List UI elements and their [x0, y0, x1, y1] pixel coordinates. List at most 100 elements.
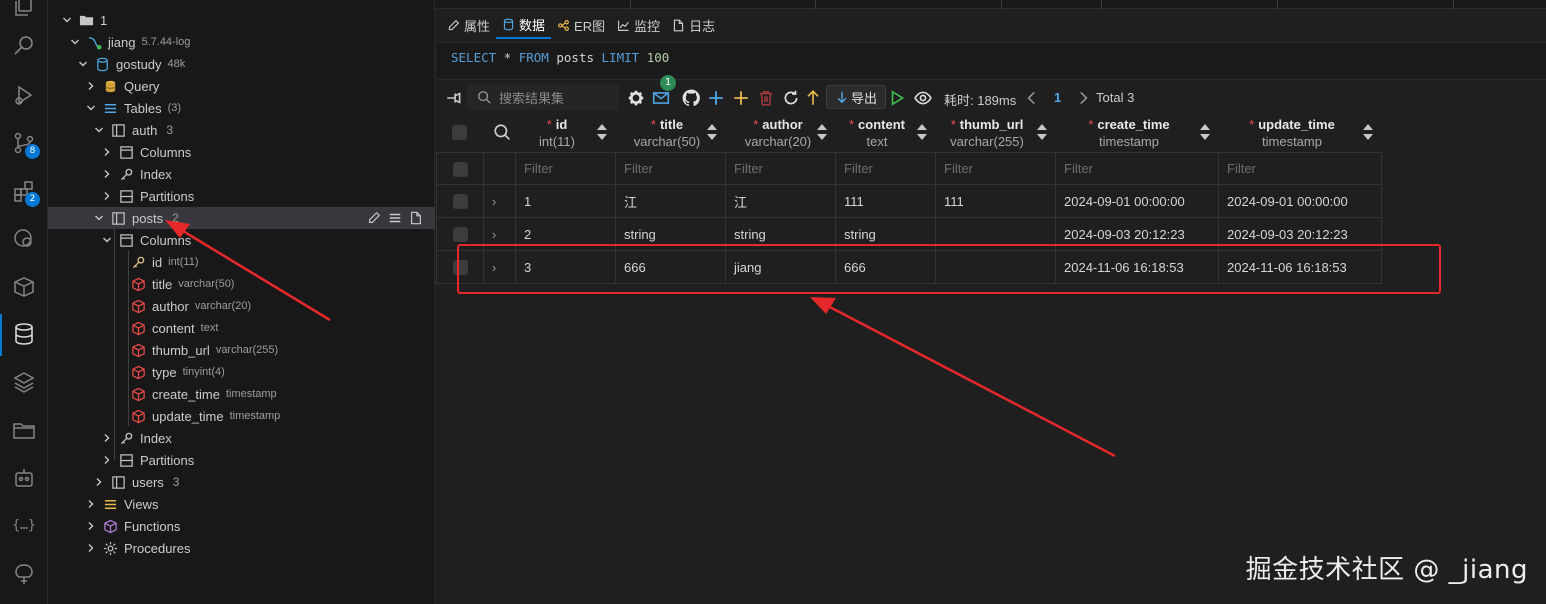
tab-properties[interactable]: 属性	[441, 11, 496, 39]
column-header-content[interactable]: * content text	[837, 114, 917, 152]
column-header-author[interactable]: * author varchar(20)	[728, 114, 828, 152]
filter-id[interactable]: Filter	[516, 152, 616, 185]
tree-column-title[interactable]: title varchar(50)	[48, 273, 435, 295]
tree-connection-group[interactable]: 1	[48, 9, 435, 31]
search-icon[interactable]	[12, 33, 36, 57]
settings-gear-icon[interactable]	[625, 87, 647, 109]
tab-er[interactable]: ER图	[551, 11, 611, 39]
new-file-icon[interactable]	[408, 210, 423, 225]
chevron-down-icon[interactable]	[60, 9, 74, 31]
table-cell[interactable]: 1	[516, 185, 616, 218]
tree-procedures[interactable]: Procedures	[48, 537, 435, 559]
sort-icon[interactable]	[1036, 122, 1048, 142]
chevron-down-icon[interactable]	[92, 207, 106, 229]
export-button[interactable]: 导出	[826, 85, 887, 109]
remote-explorer-icon[interactable]	[12, 227, 36, 251]
table-cell[interactable]: 111	[936, 185, 1056, 218]
column-header-thumb-url[interactable]: * thumb_url varchar(255)	[937, 114, 1037, 152]
next-page-icon[interactable]	[1072, 87, 1094, 109]
tree-posts-index[interactable]: Index	[48, 427, 435, 449]
tree-posts-partitions[interactable]: Partitions	[48, 449, 435, 471]
tree-column-thumb-url[interactable]: thumb_url varchar(255)	[48, 339, 435, 361]
tree-database[interactable]: gostudy 48k	[48, 53, 435, 75]
chevron-down-icon[interactable]	[84, 97, 98, 119]
run-icon[interactable]	[886, 87, 908, 109]
sort-icon[interactable]	[816, 122, 828, 142]
sort-icon[interactable]	[1199, 122, 1211, 142]
tree-auth-columns[interactable]: Columns	[48, 141, 435, 163]
tree-column-id[interactable]: id int(11)	[48, 251, 435, 273]
source-control-icon[interactable]: 8	[12, 131, 40, 159]
filter-title[interactable]: Filter	[616, 152, 726, 185]
filter-thumb-url[interactable]: Filter	[936, 152, 1056, 185]
sql-editor[interactable]: SELECT * FROM posts LIMIT 100	[437, 42, 1546, 80]
row-checkbox[interactable]	[453, 194, 468, 209]
extensions-icon[interactable]: 2	[12, 179, 40, 207]
result-search[interactable]: 搜索结果集	[467, 84, 619, 110]
sort-icon[interactable]	[706, 122, 718, 142]
tree-functions[interactable]: Functions	[48, 515, 435, 537]
sort-icon[interactable]	[1362, 122, 1374, 142]
tree-tables[interactable]: Tables (3)	[48, 97, 435, 119]
layers-icon[interactable]	[12, 370, 36, 394]
chevron-down-icon[interactable]	[92, 119, 106, 141]
chevron-right-icon[interactable]	[100, 427, 114, 449]
tree-posts-columns[interactable]: Columns	[48, 229, 435, 251]
tree-column-create-time[interactable]: create_time timestamp	[48, 383, 435, 405]
chevron-right-icon[interactable]	[84, 537, 98, 559]
select-all-checkbox[interactable]	[452, 125, 467, 140]
filter-checkbox[interactable]	[453, 162, 468, 177]
explorer-icon[interactable]	[12, 0, 36, 18]
mail-icon[interactable]: 1	[650, 75, 676, 109]
tree-icon[interactable]	[12, 562, 36, 586]
filter-create-time[interactable]: Filter	[1056, 152, 1219, 185]
edit-icon[interactable]	[366, 210, 381, 225]
eye-icon[interactable]	[912, 87, 934, 109]
chevron-down-icon[interactable]	[76, 53, 90, 75]
tree-query[interactable]: Query	[48, 75, 435, 97]
row-expand-icon[interactable]: ›	[484, 185, 516, 218]
column-header-create-time[interactable]: * create_time timestamp	[1074, 114, 1184, 152]
table-cell[interactable]: 111	[836, 185, 936, 218]
tree-column-update-time[interactable]: update_time timestamp	[48, 405, 435, 427]
column-header-id[interactable]: * id int(11)	[517, 114, 597, 152]
tree-views[interactable]: Views	[48, 493, 435, 515]
tree-table-posts[interactable]: posts 2	[48, 207, 435, 229]
add-row-icon[interactable]	[705, 87, 727, 109]
tab-monitor[interactable]: 监控	[611, 11, 666, 39]
chevron-right-icon[interactable]	[100, 163, 114, 185]
chevron-right-icon[interactable]	[84, 75, 98, 97]
run-debug-icon[interactable]	[12, 83, 36, 107]
refresh-icon[interactable]	[780, 87, 802, 109]
tree-table-users[interactable]: users 3	[48, 471, 435, 493]
folder-icon[interactable]	[12, 418, 36, 442]
tree-connection[interactable]: jiang 5.7.44-log	[48, 31, 435, 53]
filter-content[interactable]: Filter	[836, 152, 936, 185]
list-icon[interactable]	[387, 210, 402, 225]
delete-icon[interactable]	[755, 87, 777, 109]
chevron-right-icon[interactable]	[92, 471, 106, 493]
filter-author[interactable]: Filter	[726, 152, 836, 185]
chevron-down-icon[interactable]	[68, 31, 82, 53]
insert-icon[interactable]	[730, 87, 752, 109]
json-braces-icon[interactable]: {…}	[12, 514, 36, 538]
table-cell[interactable]: 江	[616, 185, 726, 218]
column-search-icon[interactable]	[491, 121, 513, 143]
chevron-right-icon[interactable]	[100, 141, 114, 163]
row-checkbox[interactable]	[453, 227, 468, 242]
chevron-right-icon[interactable]	[84, 493, 98, 515]
column-header-update-time[interactable]: * update_time timestamp	[1237, 114, 1347, 152]
github-icon[interactable]	[680, 87, 702, 109]
tree-table-auth[interactable]: auth 3	[48, 119, 435, 141]
prev-page-icon[interactable]	[1021, 87, 1043, 109]
tree-column-type[interactable]: type tinyint(4)	[48, 361, 435, 383]
tab-log[interactable]: 日志	[666, 11, 721, 39]
tree-column-content[interactable]: content text	[48, 317, 435, 339]
page-number[interactable]: 1	[1054, 90, 1061, 105]
column-header-title[interactable]: * title varchar(50)	[617, 114, 717, 152]
pin-icon[interactable]	[443, 87, 465, 109]
tab-data[interactable]: 数据	[496, 11, 552, 39]
table-cell[interactable]: 2024-09-01 00:00:00	[1219, 185, 1382, 218]
tree-auth-partitions[interactable]: Partitions	[48, 185, 435, 207]
table-cell[interactable]: 2024-09-01 00:00:00	[1056, 185, 1219, 218]
